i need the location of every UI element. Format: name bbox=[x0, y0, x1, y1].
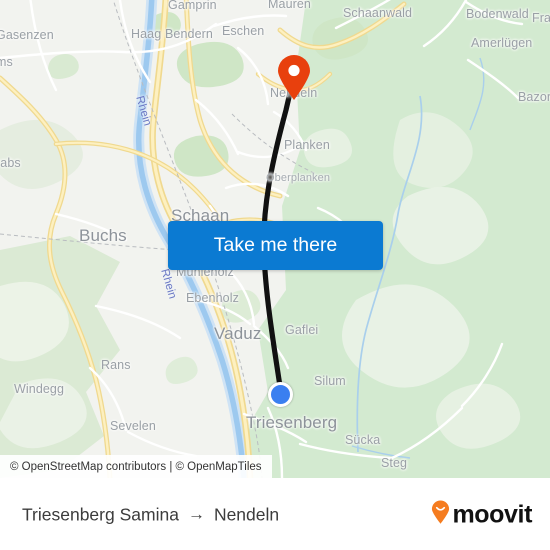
destination-pin-marker[interactable] bbox=[277, 55, 311, 101]
map-attribution: © OpenStreetMap contributors | © OpenMap… bbox=[0, 455, 272, 478]
trip-origin-label: Triesenberg Samina bbox=[22, 504, 179, 524]
take-me-there-label: Take me there bbox=[213, 234, 338, 256]
moovit-pin-icon bbox=[431, 500, 450, 529]
take-me-there-button[interactable]: Take me there bbox=[168, 221, 383, 270]
moovit-trip-map-screen: GamprinMaurenSchaanwaldBodenwaldFrasGase… bbox=[0, 0, 550, 550]
map-attribution-text: © OpenStreetMap contributors | © OpenMap… bbox=[10, 460, 262, 473]
map-canvas[interactable]: GamprinMaurenSchaanwaldBodenwaldFrasGase… bbox=[0, 0, 550, 478]
trip-summary: Triesenberg Samina → Nendeln bbox=[22, 504, 279, 525]
moovit-wordmark: moovit bbox=[452, 500, 532, 528]
moovit-logo[interactable]: moovit bbox=[431, 500, 532, 529]
trip-destination-label: Nendeln bbox=[213, 504, 280, 524]
arrow-right-icon: → bbox=[187, 504, 205, 524]
origin-dot-marker[interactable] bbox=[268, 382, 293, 407]
footer-bar: Triesenberg Samina → Nendeln moovit bbox=[0, 478, 550, 550]
